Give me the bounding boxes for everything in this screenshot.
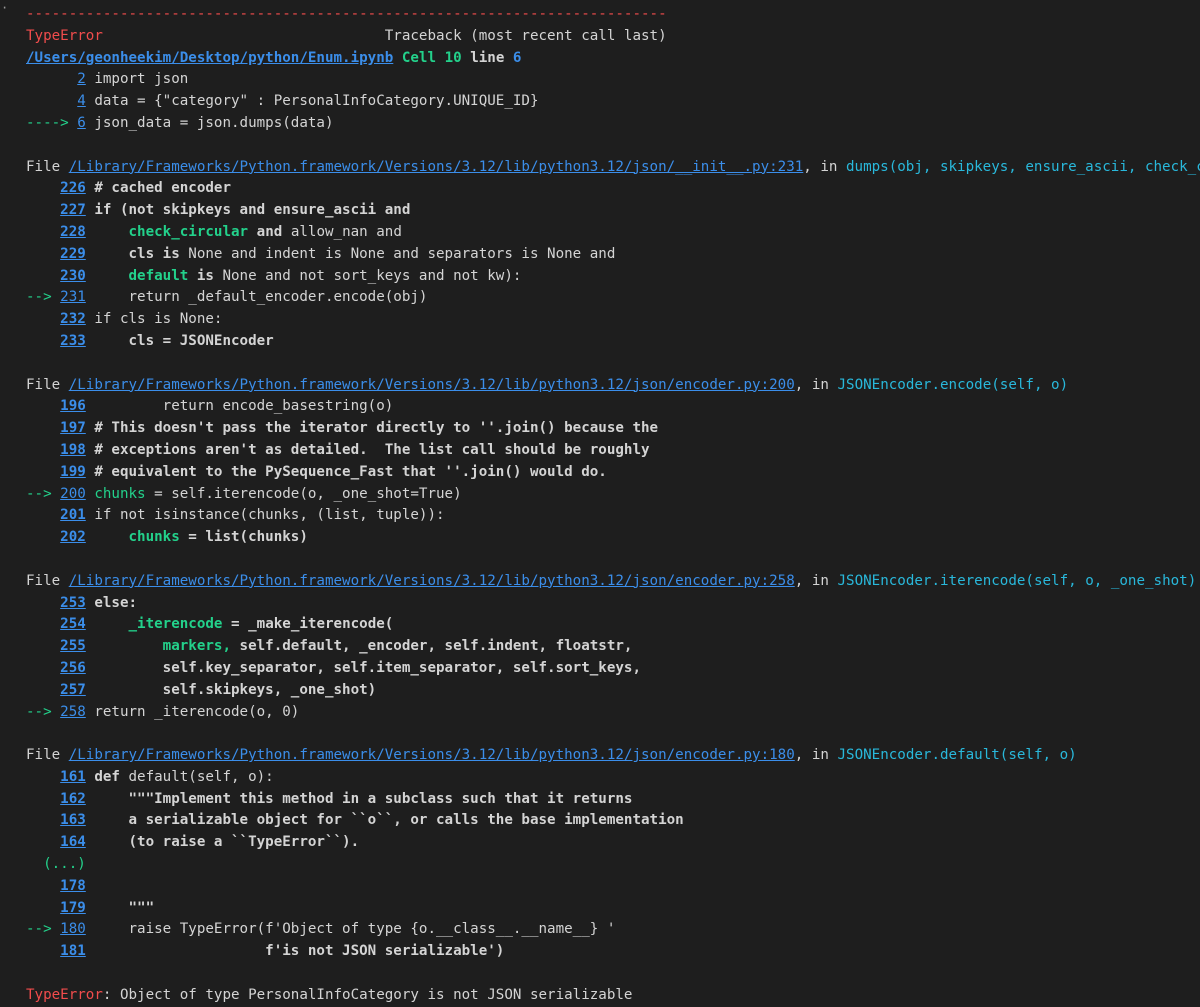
file-path-link[interactable]: /Library/Frameworks/Python.framework/Ver… <box>69 573 795 589</box>
line-number-link[interactable]: 232 <box>60 311 86 327</box>
traceback-header: TypeError Traceback (most recent call la… <box>26 26 1200 48</box>
current-line-arrow: ----> <box>26 114 78 131</box>
code-line: 229 cls is None and indent is None and s… <box>60 245 616 262</box>
line-number-link[interactable]: 164 <box>60 834 86 850</box>
line-number-link[interactable]: 228 <box>60 224 86 240</box>
line-number-link[interactable]: 200 <box>60 486 86 502</box>
code-line-current: --> 231 return _default_encoder.encode(o… <box>26 289 428 306</box>
error-type: TypeError <box>26 986 103 1003</box>
line-number-link[interactable]: 256 <box>60 660 86 676</box>
line-number-link[interactable]: 179 <box>60 900 86 916</box>
frame-header: File /Library/Frameworks/Python.framewor… <box>26 747 1077 764</box>
error-message: : Object of type PersonalInfoCategory is… <box>102 986 633 1003</box>
traceback-output: ----------------------------------------… <box>26 4 1200 1007</box>
line-number-link[interactable]: 197 <box>60 420 86 436</box>
code-line: 198 # exceptions aren't as detailed. The… <box>60 441 650 458</box>
line-number-link[interactable]: 199 <box>60 464 86 480</box>
code-line: 253 else: <box>60 594 138 611</box>
final-error-message: TypeError: Object of type PersonalInfoCa… <box>26 985 1200 1007</box>
frame-header: File /Library/Frameworks/Python.framewor… <box>26 376 1069 393</box>
line-number-link[interactable]: 229 <box>60 246 86 262</box>
line-number-link[interactable]: 4 <box>77 93 86 109</box>
cell-reference: /Users/geonheekim/Desktop/python/Enum.ip… <box>26 49 522 66</box>
current-line-arrow: --> <box>26 703 61 720</box>
code-line: 201 if not isinstance(chunks, (list, tup… <box>60 507 445 524</box>
file-path-link[interactable]: /Library/Frameworks/Python.framework/Ver… <box>69 377 795 393</box>
code-line: 164 (to raise a ``TypeError``). <box>60 834 360 851</box>
line-number-link[interactable]: 161 <box>60 769 86 785</box>
code-line: 179 """ <box>60 899 155 916</box>
code-line: 162 """Implement this method in a subcla… <box>60 790 633 807</box>
code-line: 232 if cls is None: <box>60 311 223 328</box>
line-number-link[interactable]: 254 <box>60 616 86 632</box>
code-line: 181 f'is not JSON serializable') <box>60 943 505 960</box>
code-line: 4 data = {"category" : PersonalInfoCateg… <box>77 93 539 110</box>
file-path-link[interactable]: /Library/Frameworks/Python.framework/Ver… <box>69 159 804 175</box>
function-signature: JSONEncoder.encode(self, o) <box>837 376 1069 393</box>
code-line: 228 check_circular and allow_nan and <box>60 223 402 240</box>
line-number-link[interactable]: 181 <box>60 943 86 959</box>
code-line: 196 return encode_basestring(o) <box>60 398 394 415</box>
separator-line: ----------------------------------------… <box>26 6 667 22</box>
current-line-arrow: --> <box>26 921 61 938</box>
code-line-current: --> 200 chunks = self.iterencode(o, _one… <box>26 485 462 502</box>
code-line: 2 import json <box>77 71 189 88</box>
code-line: 199 # equivalent to the PySequence_Fast … <box>60 463 607 480</box>
line-number-link[interactable]: 258 <box>60 704 86 720</box>
function-signature: JSONEncoder.default(self, o) <box>837 747 1077 764</box>
line-number-link[interactable]: 257 <box>60 682 86 698</box>
line-number-link[interactable]: 227 <box>60 202 86 218</box>
line-number-link[interactable]: 198 <box>60 442 86 458</box>
code-line: 226 # cached encoder <box>60 180 232 197</box>
line-number-link[interactable]: 6 <box>77 115 86 131</box>
code-line: 255 markers, self.default, _encoder, sel… <box>60 638 633 655</box>
line-number-link[interactable]: 180 <box>60 921 86 937</box>
line-number-link[interactable]: 230 <box>60 268 86 284</box>
frame-header: File /Library/Frameworks/Python.framewor… <box>26 157 1200 179</box>
line-number-link[interactable]: 255 <box>60 638 86 654</box>
line-number-link[interactable]: 163 <box>60 812 86 828</box>
code-line: 161 def default(self, o): <box>60 768 274 785</box>
line-number-link[interactable]: 226 <box>60 180 86 196</box>
line-number-link[interactable]: 201 <box>60 507 86 523</box>
line-number-link[interactable]: 2 <box>77 71 86 87</box>
code-line: 202 chunks = list(chunks) <box>60 529 308 546</box>
notebook-path-link[interactable]: /Users/geonheekim/Desktop/python/Enum.ip… <box>26 50 393 66</box>
skipped-lines-ellipsis: (...) <box>26 856 86 873</box>
code-line: 178 <box>26 876 1200 898</box>
cell-line-link[interactable]: 6 <box>513 50 522 66</box>
code-line: 230 default is None and not sort_keys an… <box>60 267 522 284</box>
code-line-current: --> 180 raise TypeError(f'Object of type… <box>26 921 616 938</box>
current-line-arrow: --> <box>26 485 61 502</box>
code-line-current: --> 258 return _iterencode(o, 0) <box>26 703 300 720</box>
line-number-link[interactable]: 202 <box>60 529 86 545</box>
code-line: 163 a serializable object for ``o``, or … <box>60 812 684 829</box>
code-line: 256 self.key_separator, self.item_separa… <box>60 659 642 676</box>
code-line: 257 self.skipkeys, _one_shot) <box>60 681 377 698</box>
line-number-link[interactable]: 253 <box>60 595 86 611</box>
line-number-link[interactable]: 231 <box>60 289 86 305</box>
code-line: 254 _iterencode = _make_iterencode( <box>60 616 394 633</box>
error-type: TypeError <box>26 27 103 44</box>
code-line-current: ----> 6 json_data = json.dumps(data) <box>26 114 334 131</box>
code-line: 233 cls = JSONEncoder <box>60 332 274 349</box>
cell-output-bullet: · <box>1 1 9 15</box>
traceback-label: Traceback (most recent call last) <box>384 27 667 44</box>
file-path-link[interactable]: /Library/Frameworks/Python.framework/Ver… <box>69 747 795 763</box>
line-number-link[interactable]: 178 <box>60 878 86 894</box>
code-line: 197 # This doesn't pass the iterator dir… <box>60 420 659 437</box>
function-signature: JSONEncoder.iterencode(self, o, _one_sho… <box>837 572 1197 589</box>
line-number-link[interactable]: 233 <box>60 333 86 349</box>
current-line-arrow: --> <box>26 289 61 306</box>
function-signature: dumps(obj, skipkeys, ensure_ascii, check… <box>846 158 1200 175</box>
line-number-link[interactable]: 162 <box>60 791 86 807</box>
line-number-link[interactable]: 196 <box>60 398 86 414</box>
frame-header: File /Library/Frameworks/Python.framewor… <box>26 572 1197 589</box>
code-line: 227 if (not skipkeys and ensure_ascii an… <box>60 202 411 219</box>
